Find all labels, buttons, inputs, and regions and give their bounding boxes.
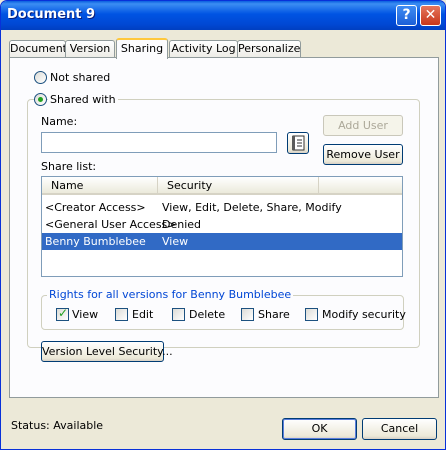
column-header-name[interactable]: Name [42, 177, 158, 195]
modify-security-checkbox[interactable] [305, 308, 318, 321]
name-input[interactable] [41, 132, 277, 153]
shared-with-label[interactable]: Shared with [48, 93, 118, 106]
edit-checkbox-label[interactable]: Edit [132, 308, 153, 321]
table-row[interactable]: <General User Access> Denied [42, 216, 402, 233]
title-bar[interactable]: Document 9 ? ✕ [1, 1, 445, 30]
table-row-selected[interactable]: Benny Bumblebee View [42, 233, 402, 250]
ok-button[interactable]: OK [282, 418, 357, 440]
row-security: View, Edit, Delete, Share, Modify [162, 201, 342, 214]
row-name: Benny Bumblebee [45, 235, 146, 248]
share-checkbox[interactable] [241, 308, 254, 321]
modify-security-checkbox-label[interactable]: Modify security [322, 308, 406, 321]
row-security: Denied [162, 218, 202, 231]
status-text: Status: Available [11, 419, 104, 432]
dialog-window: Document 9 ? ✕ Document Version Sharing … [0, 0, 446, 450]
row-name: <General User Access> [45, 218, 177, 231]
address-book-icon [292, 135, 305, 151]
cancel-button[interactable]: Cancel [362, 418, 437, 440]
name-label: Name: [41, 115, 78, 128]
not-shared-label[interactable]: Not shared [50, 71, 110, 84]
row-security: View [162, 235, 189, 248]
edit-checkbox[interactable] [115, 308, 128, 321]
table-row[interactable]: <Creator Access> View, Edit, Delete, Sha… [42, 199, 402, 216]
delete-checkbox[interactable] [172, 308, 185, 321]
rights-group-label: Rights for all versions for Benny Bumble… [47, 288, 294, 301]
tab-activity-log[interactable]: Activity Log [169, 40, 238, 58]
help-button[interactable]: ? [396, 5, 417, 26]
column-header-empty [319, 177, 402, 195]
view-checkbox-label[interactable]: View [72, 308, 98, 321]
version-level-security-button[interactable]: Version Level Security... [41, 341, 173, 362]
share-checkbox-label[interactable]: Share [258, 308, 290, 321]
radio-selected-dot [38, 97, 43, 102]
tab-version[interactable]: Version [65, 40, 115, 58]
sharing-panel: Not shared Shared with Name: Add User Re… [9, 57, 439, 398]
remove-user-button[interactable]: Remove User [323, 144, 403, 165]
share-list-label: Share list: [41, 160, 97, 173]
row-name: <Creator Access> [45, 201, 146, 214]
not-shared-radio[interactable] [34, 71, 47, 84]
column-header-security[interactable]: Security [158, 177, 319, 195]
window-title: Document 9 [7, 7, 96, 22]
tab-personalize[interactable]: Personalize [237, 40, 301, 58]
share-list[interactable]: Name Security <Creator Access> View, Edi… [41, 176, 403, 277]
tab-sharing[interactable]: Sharing [116, 38, 168, 59]
add-user-button[interactable]: Add User [323, 115, 403, 136]
delete-checkbox-label[interactable]: Delete [189, 308, 225, 321]
checkmark-icon: ✓ [58, 306, 69, 320]
address-book-button[interactable] [287, 132, 309, 154]
tab-document[interactable]: Document [9, 40, 67, 58]
close-button[interactable]: ✕ [420, 5, 441, 26]
view-checkbox[interactable]: ✓ [56, 306, 69, 321]
shared-with-radio[interactable] [34, 93, 47, 106]
